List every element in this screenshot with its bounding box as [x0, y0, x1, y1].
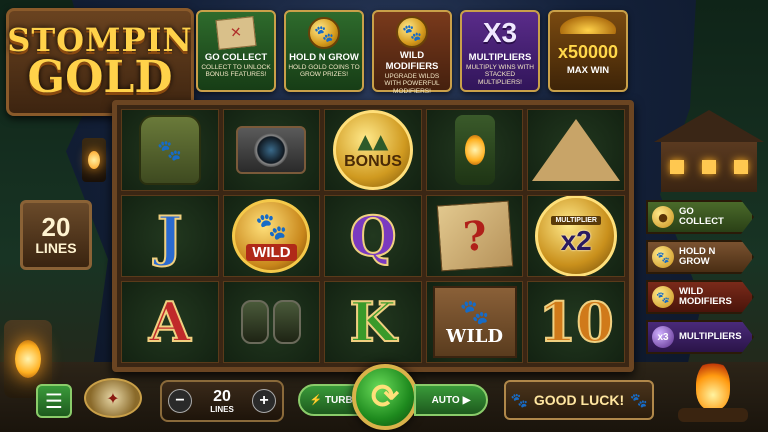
multiplier-label: MULTIPLIER [551, 215, 601, 225]
compass-icon: ✦ [84, 378, 142, 418]
lines-value: 20 [213, 387, 231, 405]
logo-title-line2: GOLD [27, 52, 173, 103]
symbol-q: Q [348, 203, 397, 269]
sign-wild-modifiers[interactable]: 🐾 WILD MODIFIERS [646, 280, 754, 314]
feature-card-wild-modifiers: 🐾 WILD MODIFIERS UPGRADE WILDS WITH POWE… [372, 10, 452, 95]
reel-cell: ▲▲ BONUS [324, 109, 422, 191]
feature-desc: COLLECT TO UNLOCK BONUS FEATURES! [201, 64, 271, 79]
increase-lines-button[interactable]: + [252, 389, 276, 413]
wild-label: WILD [246, 243, 297, 261]
message-panel: 🐾 GOOD LUCK! 🐾 [504, 380, 654, 420]
bonus-coin-icon: ▲▲ BONUS [332, 110, 413, 190]
feature-card-max-win: x50000 MAX WIN [548, 10, 628, 92]
good-luck-text: GOOD LUCK! [533, 392, 625, 408]
feature-title: WILD MODIFIERS [385, 50, 439, 72]
wild-label: WILD [446, 325, 504, 347]
decrease-lines-button[interactable]: − [168, 389, 192, 413]
tent-icon [532, 119, 621, 181]
symbol-j: J [156, 203, 184, 269]
backpack-icon: 🐾 [138, 115, 201, 185]
multiplier-coin-icon: MULTIPLIER x2 [535, 196, 618, 276]
feature-title: MULTIPLIERS [468, 52, 532, 63]
treasure-map-icon: ✕ [215, 16, 257, 50]
feature-desc: HOLD GOLD COINS TO GROW PRIZES! [288, 64, 360, 79]
hamburger-icon: ☰ [45, 389, 63, 413]
lantern-icon [454, 115, 495, 185]
wild-coin-icon: 🐾 WILD [232, 199, 311, 273]
paylines-number: 20 [41, 212, 71, 242]
campfire-icon [678, 356, 748, 422]
binoculars-icon [241, 300, 302, 344]
feature-card-multipliers: X3 MULTIPLIERS MULTIPLY WINS WITH STACKE… [460, 10, 540, 92]
symbol-10: 10 [538, 289, 615, 355]
reel-cell: MULTIPLIER x2 [527, 195, 625, 277]
feature-desc: MULTIPLY WINS WITH STACKED MULTIPLIERS! [466, 64, 534, 86]
menu-button[interactable]: ☰ [36, 384, 72, 418]
x3-badge-icon: x3 [652, 326, 674, 348]
lines-label: LINES [210, 404, 234, 414]
feature-cards: ✕ GO COLLECT COLLECT TO UNLOCK BONUS FEA… [196, 10, 628, 95]
sign-go-collect[interactable]: ● GO COLLECT [646, 200, 754, 234]
lines-selector: − 20 LINES + [160, 380, 284, 422]
reel-cell: 🐾 WILD [222, 195, 321, 277]
sign-hold-n-grow[interactable]: 🐾 HOLD N GROW [646, 240, 754, 274]
mystery-map-icon: ? [436, 200, 513, 272]
paw-medallion-icon: 🐾 [652, 286, 674, 308]
paylines-label: LINES [35, 240, 77, 256]
feature-card-go-collect: ✕ GO COLLECT COLLECT TO UNLOCK BONUS FEA… [196, 10, 276, 92]
reel-cell [527, 109, 625, 191]
auto-label: AUTO [431, 394, 460, 406]
auto-button[interactable]: AUTO ▶ [414, 384, 488, 416]
gold-coin-icon: ● [652, 206, 674, 228]
paw-medallion-icon: 🐾 [396, 16, 428, 48]
paw-icon: 🐾 [510, 391, 528, 408]
spin-button[interactable]: ⟳ [352, 364, 418, 430]
reel-cell [222, 109, 321, 191]
reel-cell: A [121, 281, 219, 363]
reel-cell [425, 109, 524, 191]
reel-cell [222, 281, 321, 363]
reel-grid: 🐾 ▲▲ BONUS J 🐾 WILD Q ? MULTIPLIER x2 A … [112, 100, 634, 372]
reel-cell: ? [425, 195, 524, 277]
paw-coin-icon: 🐾 [652, 246, 674, 268]
camera-icon [236, 126, 307, 174]
gold-paw-coin-icon: 🐾 [308, 17, 340, 49]
wild-sign-icon: 🐾 WILD [432, 286, 517, 358]
sign-multipliers[interactable]: x3 MULTIPLIERS [646, 320, 754, 354]
refresh-arrows-icon: ⟳ [370, 377, 400, 417]
gold-pile-icon [560, 16, 616, 34]
multiplier-value: x2 [560, 224, 592, 256]
feature-card-hold-n-grow: 🐾 HOLD N GROW HOLD GOLD COINS TO GROW PR… [284, 10, 364, 92]
lightning-icon: ⚡ [309, 394, 322, 406]
feature-title: GO COLLECT [204, 52, 268, 63]
feature-title: HOLD N GROW [289, 52, 359, 63]
log-cabin [654, 110, 764, 196]
symbol-a: A [148, 289, 192, 355]
reel-cell: K [324, 281, 422, 363]
feature-desc: UPGRADE WILDS WITH POWERFUL MODIFIERS! [384, 73, 440, 95]
play-icon: ▶ [462, 394, 471, 406]
feature-title: MAX WIN [566, 65, 610, 76]
paw-icon: 🐾 [630, 391, 648, 408]
paylines-display: 20 LINES [20, 200, 92, 270]
reel-cell: J [121, 195, 219, 277]
feature-signpost: ● GO COLLECT 🐾 HOLD N GROW 🐾 WILD MODIFIERS… [646, 200, 754, 360]
max-win-value: x50000 [557, 42, 619, 62]
bonus-label: BONUS [344, 153, 402, 170]
x3-icon: X3 [482, 17, 518, 48]
symbol-k: K [349, 289, 398, 355]
hanging-lantern-icon [82, 138, 106, 182]
reel-cell: Q [324, 195, 422, 277]
reel-cell: 🐾 WILD [425, 281, 524, 363]
reel-cell: 🐾 [121, 109, 219, 191]
reel-cell: 10 [527, 281, 625, 363]
